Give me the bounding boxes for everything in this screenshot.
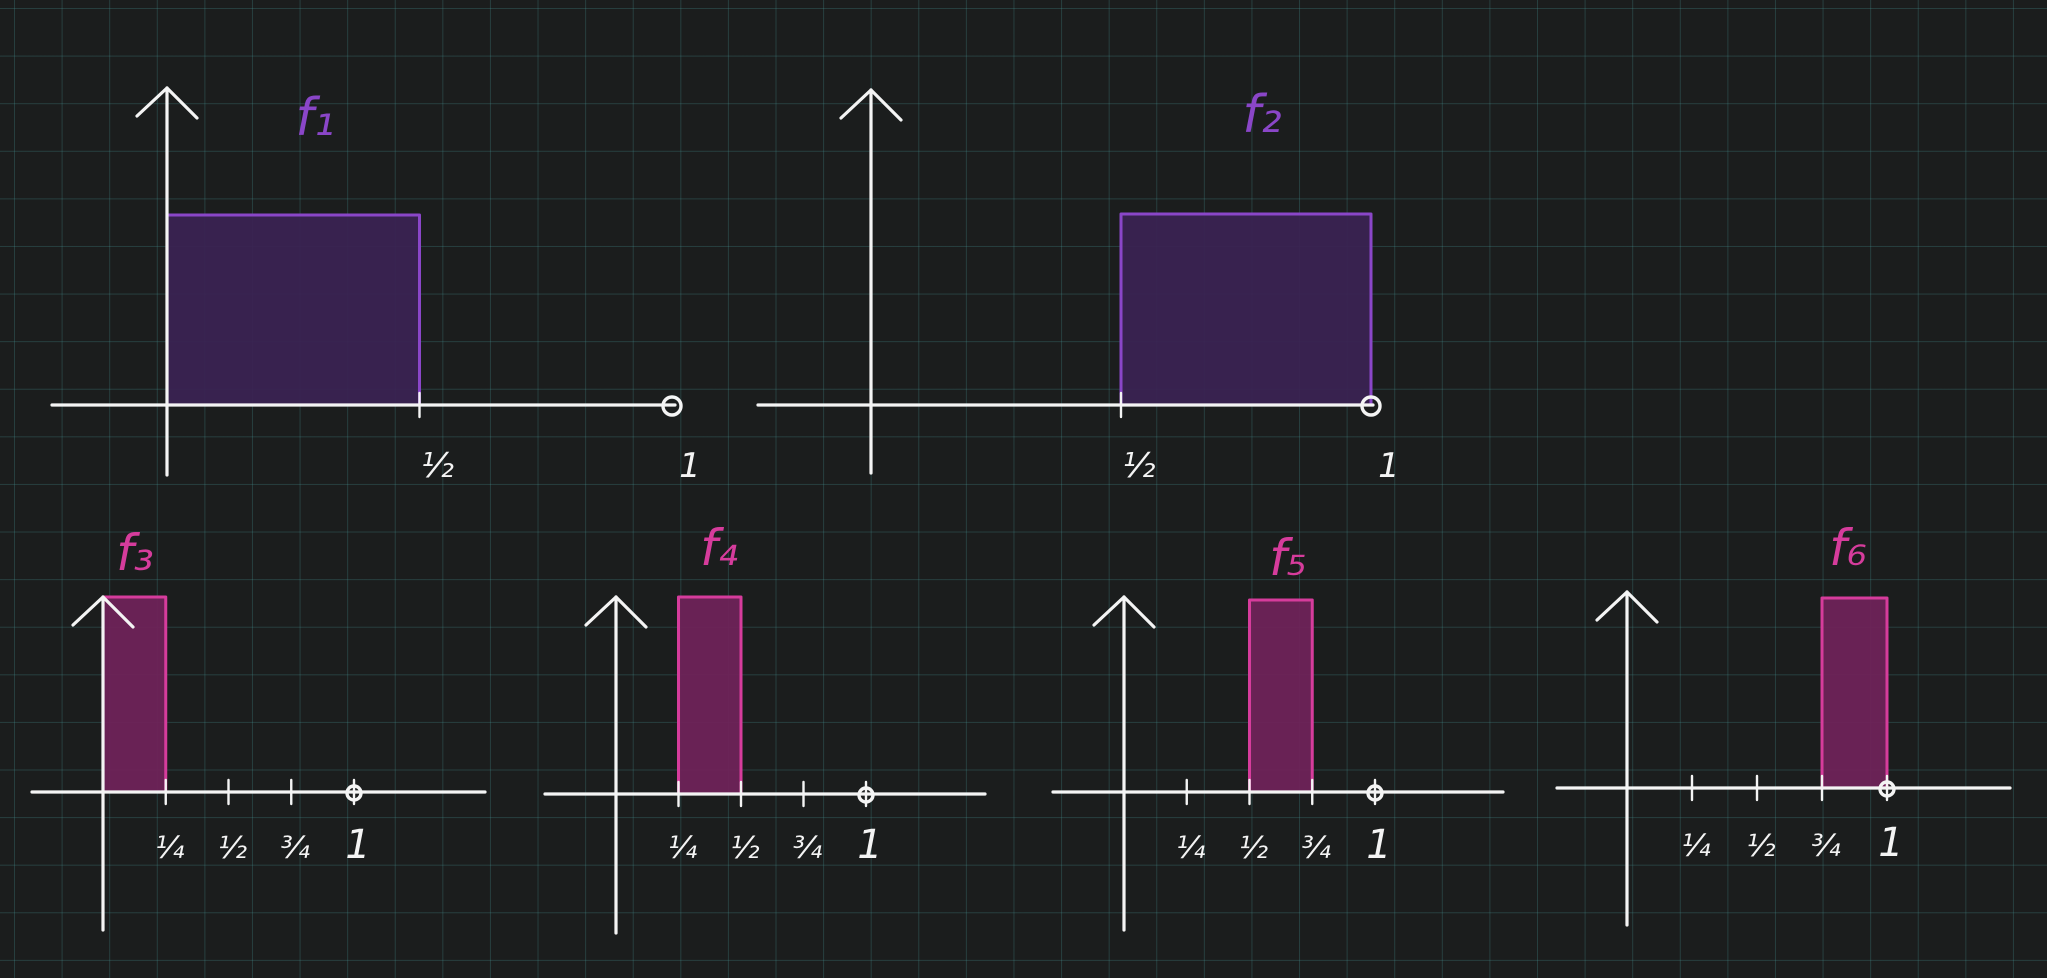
tick-label: 1	[1366, 822, 1391, 868]
tick-label: ¼	[155, 831, 184, 866]
tick-label: ¾	[1302, 831, 1331, 866]
tick-label: ¾	[281, 831, 310, 866]
function-label: f₂	[1242, 85, 1281, 145]
tick-label: ½	[1746, 829, 1775, 864]
tick-label: ½	[421, 446, 454, 486]
tick-label: ¼	[1176, 831, 1205, 866]
tick-label: ½	[1239, 831, 1268, 866]
whiteboard-canvas: ½ 1f₁ ½ 1f₂ ¼ ½ ¾ 1f₃ ¼ ½ ¾ 1f₄ ¼ ½ ¾ 1f₅ ¼ ½ ¾ 1f₆	[30, 85, 2012, 935]
bar-fill	[1121, 214, 1371, 405]
function-label: f₅	[1269, 529, 1307, 587]
tick-label: 1	[1378, 446, 1400, 486]
tick-label: ¾	[1811, 829, 1840, 864]
bar-fill	[678, 597, 741, 794]
function-label: f₆	[1829, 519, 1867, 577]
plot-f6: ¼ ½ ¾ 1 f₆	[1555, 519, 2012, 927]
bar-fill	[1822, 598, 1887, 788]
plot-f4: ¼ ½ ¾ 1 f₄	[543, 519, 987, 935]
tick-label: ½	[218, 831, 247, 866]
function-label: f₄	[700, 519, 738, 577]
function-label: f₃	[116, 524, 154, 582]
plot-f1: ½ 1 f₁	[50, 86, 701, 486]
tick-label: ½	[730, 831, 759, 866]
plot-f2: ½ 1 f₂	[756, 85, 1400, 486]
tick-label: 1	[679, 446, 701, 486]
tick-label: 1	[1878, 820, 1903, 866]
plot-f3: ¼ ½ ¾ 1 f₃	[30, 524, 487, 932]
tick-label: ¼	[1681, 829, 1710, 864]
tick-label: ¼	[668, 831, 697, 866]
bar-fill	[1249, 600, 1313, 792]
tick-label: 1	[857, 822, 882, 868]
plot-f5: ¼ ½ ¾ 1 f₅	[1051, 529, 1505, 932]
bar-fill	[167, 215, 420, 405]
tick-label: ¾	[793, 831, 822, 866]
tick-label: ½	[1123, 446, 1156, 486]
tick-label: 1	[345, 822, 370, 868]
function-label: f₁	[295, 88, 334, 148]
